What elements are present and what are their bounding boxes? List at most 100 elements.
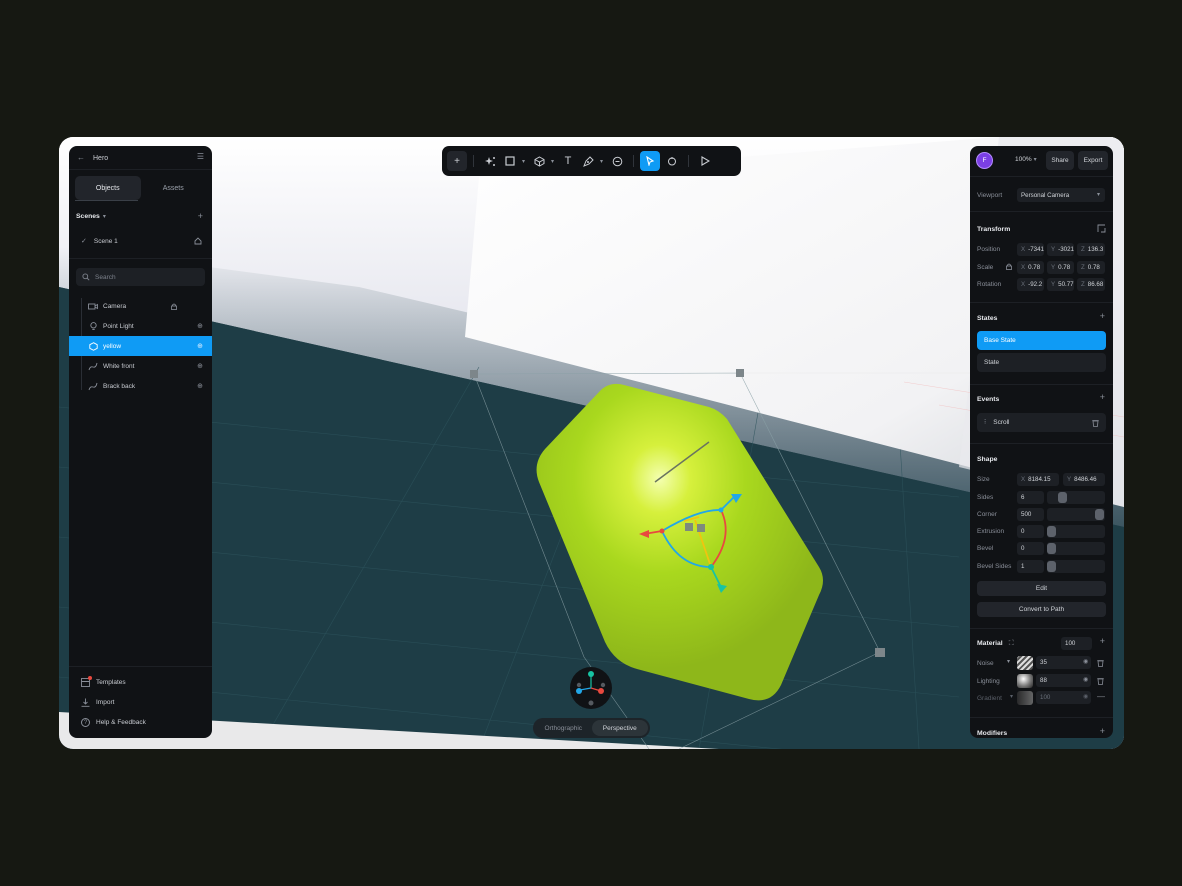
state-base[interactable]: Base State bbox=[977, 331, 1106, 350]
layer-point-light[interactable]: Point Light ⊕ bbox=[69, 316, 212, 336]
trash-icon[interactable] bbox=[1092, 419, 1099, 427]
search-input[interactable] bbox=[95, 273, 195, 281]
position-z-field[interactable]: Z 136.3 bbox=[1077, 243, 1105, 256]
corner-slider[interactable] bbox=[1047, 508, 1105, 521]
slider-thumb[interactable] bbox=[1047, 526, 1056, 537]
layer-white-front[interactable]: White front ⊕ bbox=[69, 356, 212, 376]
layer-brack-back[interactable]: Brack back ⊕ bbox=[69, 376, 212, 396]
trash-icon[interactable] bbox=[1097, 659, 1104, 667]
templates-link[interactable]: Templates bbox=[81, 676, 126, 687]
rotation-x-field[interactable]: X -92.2 bbox=[1017, 278, 1044, 291]
avatar[interactable]: F bbox=[976, 152, 993, 169]
pen-icon[interactable] bbox=[578, 151, 598, 171]
add-material-icon[interactable]: + bbox=[1100, 636, 1105, 646]
bevel-field[interactable]: 0 bbox=[1017, 542, 1044, 555]
remove-icon[interactable]: — bbox=[1097, 693, 1105, 701]
zoom-dropdown[interactable]: 100% ▾ bbox=[1015, 156, 1037, 163]
chevron-down-icon[interactable]: ▾ bbox=[522, 158, 525, 165]
size-x-field[interactable]: X 8184.15 bbox=[1017, 473, 1059, 486]
visibility-icon[interactable]: ◉ bbox=[1083, 677, 1088, 683]
export-button[interactable]: Export bbox=[1078, 151, 1108, 170]
tab-assets[interactable]: Assets bbox=[141, 176, 207, 200]
lock-icon[interactable] bbox=[1006, 263, 1012, 270]
rotation-z-field[interactable]: Z 86.68 bbox=[1077, 278, 1105, 291]
orthographic-option[interactable]: Orthographic bbox=[535, 720, 592, 736]
chevron-down-icon[interactable]: ▾ bbox=[551, 158, 554, 165]
scale-x-field[interactable]: X 0.78 bbox=[1017, 261, 1044, 274]
bevel-slider[interactable] bbox=[1047, 542, 1105, 555]
gradient-swatch-icon[interactable] bbox=[1017, 691, 1033, 705]
home-icon[interactable] bbox=[194, 237, 202, 245]
position-y-field[interactable]: Y -3021 bbox=[1047, 243, 1074, 256]
slider-thumb[interactable] bbox=[1095, 509, 1104, 520]
play-icon[interactable] bbox=[695, 151, 715, 171]
menu-icon[interactable]: ☰ bbox=[197, 153, 204, 161]
share-button[interactable]: Share bbox=[1046, 151, 1074, 170]
target-icon[interactable]: ⊕ bbox=[197, 343, 203, 350]
scene-item[interactable]: ✓ Scene 1 bbox=[81, 238, 118, 245]
comment-icon[interactable] bbox=[607, 151, 627, 171]
event-scroll[interactable]: ⁝ Scroll bbox=[977, 413, 1106, 432]
file-name[interactable]: Hero bbox=[93, 155, 108, 162]
chevron-down-icon[interactable]: ▾ bbox=[600, 158, 603, 165]
transform-options-icon[interactable] bbox=[1097, 224, 1106, 233]
ai-sparkle-icon[interactable] bbox=[480, 151, 500, 171]
slider-thumb[interactable] bbox=[1047, 543, 1056, 554]
corner-field[interactable]: 500 bbox=[1017, 508, 1044, 521]
extrusion-field[interactable]: 0 bbox=[1017, 525, 1044, 538]
slider-thumb[interactable] bbox=[1047, 561, 1056, 572]
material-opacity-field[interactable]: 100 bbox=[1061, 637, 1092, 650]
sides-field[interactable]: 6 bbox=[1017, 491, 1044, 504]
scale-y-field[interactable]: Y 0.78 bbox=[1047, 261, 1074, 274]
viewport-select[interactable]: Personal Camera ▾ bbox=[1017, 188, 1105, 202]
drag-handle-icon[interactable]: ⁝ bbox=[984, 419, 986, 426]
viewport-canvas[interactable] bbox=[59, 137, 1124, 749]
scale-z-field[interactable]: Z 0.78 bbox=[1077, 261, 1105, 274]
state-item[interactable]: State bbox=[977, 353, 1106, 372]
projection-toggle[interactable]: Orthographic Perspective bbox=[533, 718, 650, 738]
text-icon[interactable]: T bbox=[558, 151, 578, 171]
noise-swatch-icon[interactable] bbox=[1017, 656, 1033, 670]
chevron-down-icon[interactable]: ▾ bbox=[1010, 694, 1013, 700]
target-icon[interactable]: ⊕ bbox=[197, 383, 203, 390]
bevel-sides-field[interactable]: 1 bbox=[1017, 560, 1044, 573]
search-field[interactable] bbox=[76, 268, 205, 286]
perspective-option[interactable]: Perspective bbox=[591, 720, 648, 736]
position-x-field[interactable]: X -7341 bbox=[1017, 243, 1044, 256]
help-link[interactable]: ? Help & Feedback bbox=[81, 718, 146, 727]
lock-icon[interactable] bbox=[171, 303, 177, 310]
convert-to-path-button[interactable]: Convert to Path bbox=[977, 602, 1106, 617]
visibility-icon[interactable]: ◉ bbox=[1083, 659, 1088, 665]
extrusion-slider[interactable] bbox=[1047, 525, 1105, 538]
lighting-swatch-icon[interactable] bbox=[1017, 674, 1033, 688]
add-event-icon[interactable]: + bbox=[1100, 392, 1105, 402]
target-icon[interactable]: ⊕ bbox=[197, 323, 203, 330]
cube-icon[interactable] bbox=[529, 151, 549, 171]
tab-objects[interactable]: Objects bbox=[75, 176, 141, 200]
layer-yellow[interactable]: yellow ⊕ bbox=[69, 336, 212, 356]
layer-camera[interactable]: Camera bbox=[69, 296, 212, 316]
chevron-down-icon[interactable]: ▾ bbox=[1007, 659, 1010, 665]
add-scene-icon[interactable]: + bbox=[198, 212, 203, 221]
target-icon[interactable]: ⊕ bbox=[197, 363, 203, 370]
add-state-icon[interactable]: + bbox=[1100, 311, 1105, 321]
axis-x: X bbox=[1021, 281, 1026, 288]
sides-slider[interactable] bbox=[1047, 491, 1105, 504]
visibility-icon[interactable]: ◉ bbox=[1083, 694, 1088, 700]
trash-icon[interactable] bbox=[1097, 677, 1104, 685]
axis-y: Y bbox=[1051, 246, 1056, 253]
bevel-sides-slider[interactable] bbox=[1047, 560, 1105, 573]
scenes-header[interactable]: Scenes ▾ bbox=[76, 213, 106, 220]
add-modifier-icon[interactable]: + bbox=[1100, 726, 1105, 736]
edit-button[interactable]: Edit bbox=[977, 581, 1106, 596]
select-arrow-icon[interactable] bbox=[640, 151, 661, 171]
slider-thumb[interactable] bbox=[1058, 492, 1067, 503]
size-y-field[interactable]: Y 8486.46 bbox=[1063, 473, 1105, 486]
rotation-y-field[interactable]: Y 50.77 bbox=[1047, 278, 1074, 291]
rectangle-icon[interactable] bbox=[500, 151, 520, 171]
back-arrow-icon[interactable]: ← bbox=[77, 154, 85, 162]
hand-icon[interactable] bbox=[662, 151, 682, 171]
expand-icon[interactable]: ⛶ bbox=[1009, 640, 1014, 647]
import-link[interactable]: Import bbox=[81, 698, 114, 707]
add-icon[interactable]: + bbox=[447, 151, 467, 171]
